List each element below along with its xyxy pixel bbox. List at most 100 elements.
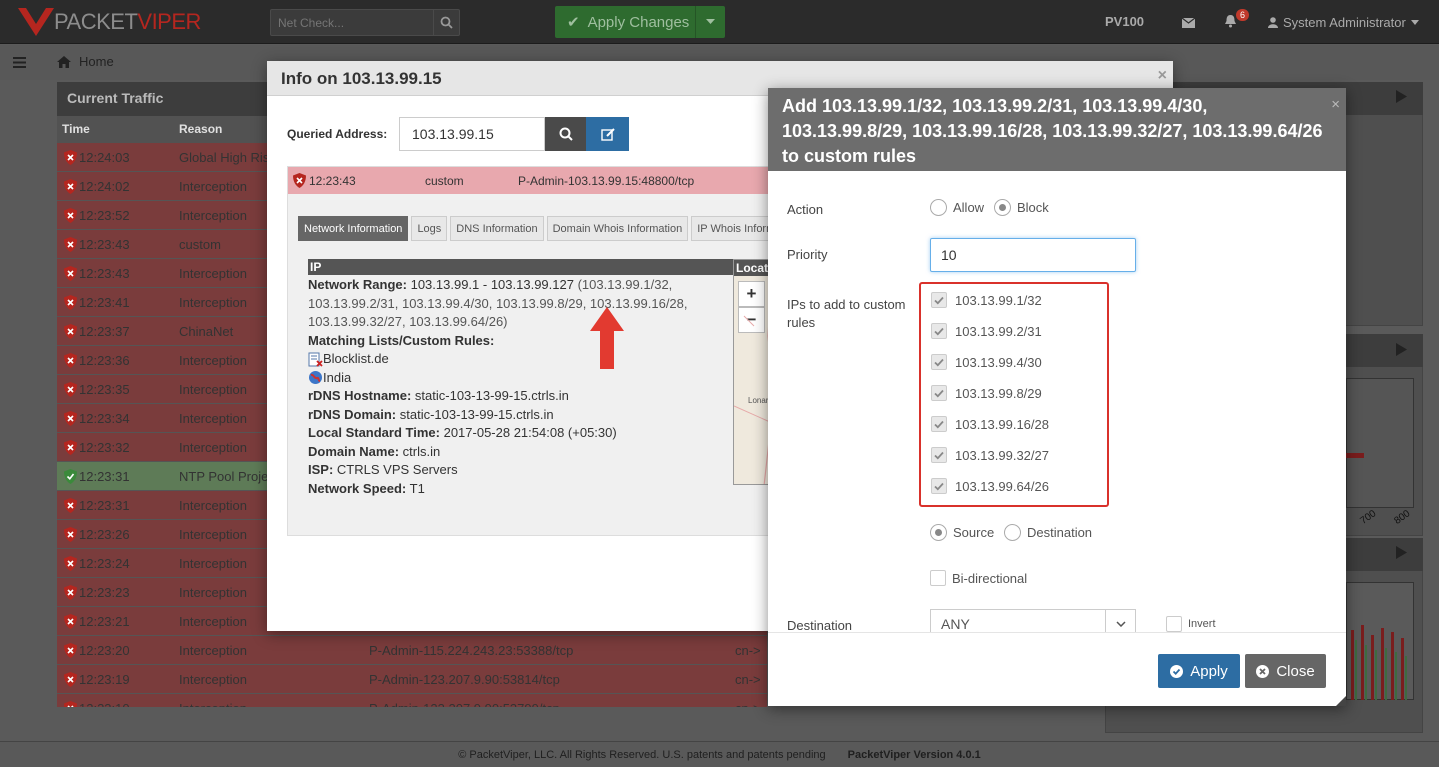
close-button[interactable]: Close (1245, 654, 1326, 688)
network-range-value: 103.13.99.1 - 103.13.99.127 (410, 277, 574, 292)
add-rules-title-line2: 103.13.99.8/29, 103.13.99.16/28, 103.13.… (782, 121, 1323, 141)
row-time: 12:23:35 (79, 382, 130, 397)
net-check-search-button[interactable] (433, 10, 459, 35)
action-block-option[interactable]: Block (994, 199, 1049, 216)
apply-changes-label: Apply Changes (587, 13, 690, 31)
checkmark-icon (934, 420, 944, 428)
match-country[interactable]: India (323, 369, 351, 388)
source-radio[interactable] (930, 524, 947, 541)
mail-icon[interactable] (1181, 16, 1196, 31)
query-search-button[interactable] (545, 117, 586, 151)
tab-network-information[interactable]: Network Information (298, 216, 409, 241)
ip-checkbox[interactable] (931, 292, 947, 308)
ip-checkbox[interactable] (931, 323, 947, 339)
play-icon[interactable] (1396, 343, 1407, 356)
event-time: 12:23:43 (309, 174, 356, 188)
destination-radio[interactable] (1004, 524, 1021, 541)
local-time-value: 2017-05-28 21:54:08 (+05:30) (443, 425, 617, 440)
tab-dns-information[interactable]: DNS Information (450, 216, 544, 241)
blocked-shield-icon (64, 411, 77, 426)
apply-changes-dropdown[interactable] (695, 6, 725, 38)
priority-input[interactable]: 10 (930, 238, 1136, 272)
close-icon[interactable]: × (1331, 92, 1340, 117)
row-reason: Interception (179, 585, 247, 600)
traffic-event-row[interactable]: 12:23:43 custom P-Admin-103.13.99.15:488… (288, 167, 778, 194)
info-tabs: Network Information Logs DNS Information… (298, 216, 806, 241)
ip-checkbox-item[interactable]: 103.13.99.64/26 (931, 478, 1049, 494)
blocked-shield-icon (64, 498, 77, 513)
ip-checkbox-item[interactable]: 103.13.99.16/28 (931, 416, 1049, 432)
ips-to-add-label: IPs to add to custom rules (787, 296, 906, 332)
column-reason[interactable]: Reason (179, 122, 222, 136)
play-icon[interactable] (1396, 546, 1407, 559)
ip-checkbox-label: 103.13.99.32/27 (955, 447, 1049, 463)
ip-checkbox-item[interactable]: 103.13.99.1/32 (931, 292, 1042, 308)
ip-checkbox-item[interactable]: 103.13.99.8/29 (931, 385, 1042, 401)
ip-checkbox[interactable] (931, 447, 947, 463)
blocked-shield-icon (64, 237, 77, 252)
hamburger-menu-icon[interactable] (13, 56, 26, 71)
queried-address-input[interactable]: 103.13.99.15 (399, 117, 545, 151)
footer-version: PacketViper Version 4.0.1 (847, 749, 981, 761)
row-reason: Interception (179, 295, 247, 310)
source-option[interactable]: Source (930, 524, 994, 541)
table-row[interactable]: 12:23:10 Interception P-Admin-123.207.9.90… (57, 694, 767, 707)
search-icon (559, 127, 573, 141)
tab-logs[interactable]: Logs (411, 216, 448, 241)
destination-select[interactable]: ANY (930, 609, 1136, 632)
invert-label: Invert (1188, 618, 1216, 630)
ip-checkbox-item[interactable]: 103.13.99.32/27 (931, 447, 1049, 463)
ip-checkbox-item[interactable]: 103.13.99.4/30 (931, 354, 1042, 370)
block-label: Block (1017, 200, 1049, 215)
user-menu[interactable]: System Administrator (1268, 15, 1419, 30)
blocked-shield-icon (64, 701, 77, 707)
action-allow-option[interactable]: Allow (930, 199, 984, 216)
ip-checkbox[interactable] (931, 416, 947, 432)
bidirectional-option[interactable]: Bi-directional (930, 570, 1027, 586)
resize-handle-icon[interactable] (1336, 696, 1346, 706)
blocked-shield-icon (64, 556, 77, 571)
allow-radio[interactable] (930, 199, 947, 216)
check-icon: ✔ (567, 14, 580, 31)
matching-lists-label: Matching Lists/Custom Rules: (308, 332, 495, 348)
ip-checkbox[interactable] (931, 354, 947, 370)
device-name[interactable]: PV100 (1105, 14, 1144, 29)
breadcrumb-home[interactable]: Home (57, 54, 114, 69)
row-reason: custom (179, 237, 221, 252)
bidirectional-checkbox[interactable] (930, 570, 946, 586)
destination-label: Destination (787, 618, 853, 632)
ip-checkbox-label: 103.13.99.8/29 (955, 385, 1042, 401)
row-time: 12:23:41 (79, 295, 130, 310)
column-time[interactable]: Time (62, 122, 90, 136)
play-icon[interactable] (1396, 90, 1407, 103)
row-time: 12:23:19 (79, 672, 130, 687)
home-icon (57, 55, 71, 68)
apply-changes-button[interactable]: ✔ Apply Changes (555, 6, 725, 38)
destination-option[interactable]: Destination (1004, 524, 1092, 541)
notifications-button[interactable]: 6 (1224, 9, 1250, 31)
red-arrow-annotation (590, 307, 624, 369)
apply-button[interactable]: Apply (1158, 654, 1240, 688)
row-time: 12:23:43 (79, 237, 130, 252)
source-label: Source (953, 525, 995, 540)
row-time: 12:23:37 (79, 324, 130, 339)
cidr-list-part3: 103.13.99.32/27, 103.13.99.64/26) (308, 314, 508, 329)
table-row[interactable]: 12:23:19 Interception P-Admin-123.207.9.90… (57, 665, 767, 694)
bell-icon (1225, 15, 1236, 28)
close-icon[interactable]: × (1158, 67, 1167, 85)
ip-checkbox[interactable] (931, 385, 947, 401)
checkmark-icon (934, 451, 944, 459)
invert-checkbox[interactable] (1166, 616, 1182, 632)
edit-rule-button[interactable] (586, 117, 629, 151)
ip-checkbox[interactable] (931, 478, 947, 494)
check-circle-icon (1170, 664, 1184, 678)
tab-domain-whois[interactable]: Domain Whois Information (546, 216, 689, 241)
packetviper-logo[interactable]: PACKETVIPER (16, 6, 201, 38)
table-row[interactable]: 12:23:20 Interception P-Admin-115.224.243.… (57, 636, 767, 665)
net-check-input[interactable] (271, 10, 433, 35)
invert-option[interactable]: Invert (1166, 616, 1216, 632)
block-radio[interactable] (994, 199, 1011, 216)
ip-checkbox-item[interactable]: 103.13.99.2/31 (931, 323, 1042, 339)
row-time: 12:23:26 (79, 527, 130, 542)
match-blocklist[interactable]: Blocklist.de (323, 350, 389, 369)
